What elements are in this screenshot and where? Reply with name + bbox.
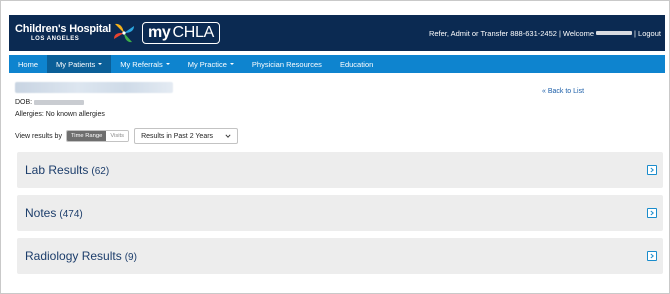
back-to-list-link[interactable]: « Back to List [542,88,584,95]
panel-radiology-results[interactable]: Radiology Results (9) [17,238,663,274]
mychla-logo[interactable]: my CHLA [142,22,221,44]
panel-notes[interactable]: Notes (474) [17,195,663,231]
panel-radiology-results-label: Radiology Results (9) [25,249,137,263]
patient-name-redacted [15,82,173,93]
brand-line2: LOS ANGELES [31,36,80,42]
dob-label: DOB: [15,99,33,106]
app-frame: Children's Hospital LOS ANGELES my CHLA … [0,0,670,294]
results-range-value: Results in Past 2 Years [141,132,214,140]
expand-arrow-icon[interactable] [647,251,657,261]
view-mode-toggle: Time Range Visits [65,130,130,142]
refer-phone-text: Refer, Admit or Transfer 888-631-2452 [428,28,557,38]
view-results-row: View results by Time Range Visits Result… [15,128,239,144]
dob-redacted-value [34,100,85,105]
nav-my-referrals-label: My Referrals [120,59,163,69]
brand-line1: Children's Hospital [15,23,111,35]
nav-education[interactable]: Education [331,55,382,73]
nav-my-practice-label: My Practice [187,59,227,69]
panel-count: (62) [91,166,110,177]
mychla-my: my [148,24,171,41]
mychla-name: CHLA [172,24,215,41]
chevron-down-icon [225,134,231,138]
header-utility: Refer, Admit or Transfer 888-631-2452 | … [429,29,665,38]
pinwheel-logo-icon [114,23,134,43]
panel-title: Radiology Results [25,249,122,263]
patient-allergies: Allergies: No known allergies [15,111,105,118]
brand-name: Children's Hospital LOS ANGELES [15,23,111,43]
nav-home-label: Home [18,59,39,69]
panel-lab-results[interactable]: Lab Results (62) [17,152,663,188]
redacted-user-name [596,31,633,35]
toggle-time-range[interactable]: Time Range [66,131,107,141]
toggle-visits[interactable]: Visits [106,131,129,141]
brand-logo[interactable]: Children's Hospital LOS ANGELES [9,22,136,44]
panel-count: (474) [59,209,83,220]
nav-my-patients[interactable]: My Patients [47,55,112,73]
view-results-label: View results by [15,132,62,140]
nav-physician-resources-label: Physician Resources [251,59,322,69]
nav-my-patients-label: My Patients [56,59,96,69]
panel-notes-label: Notes (474) [25,206,83,220]
nav-my-referrals[interactable]: My Referrals [111,55,179,73]
patient-dob: DOB: [15,99,85,106]
panel-lab-results-label: Lab Results (62) [25,163,109,177]
nav-physician-resources[interactable]: Physician Resources [243,55,331,73]
expand-arrow-icon[interactable] [647,165,657,175]
caret-down-icon [98,63,103,65]
welcome-text: Welcome [562,28,595,38]
caret-down-icon [229,63,234,65]
nav-education-label: Education [339,59,374,69]
header-separator: | [558,28,561,38]
panel-count: (9) [124,252,137,263]
panel-title: Lab Results [25,163,89,177]
main-nav: Home My Patients My Referrals My Practic… [9,55,665,73]
nav-my-practice[interactable]: My Practice [179,55,243,73]
caret-down-icon [165,63,170,65]
nav-home[interactable]: Home [9,55,47,73]
expand-arrow-icon[interactable] [647,208,657,218]
logout-link[interactable]: | Logout [634,29,661,38]
results-range-select[interactable]: Results in Past 2 Years [134,128,239,144]
panel-title: Notes [25,206,57,220]
header-bar: Children's Hospital LOS ANGELES my CHLA … [9,15,665,51]
